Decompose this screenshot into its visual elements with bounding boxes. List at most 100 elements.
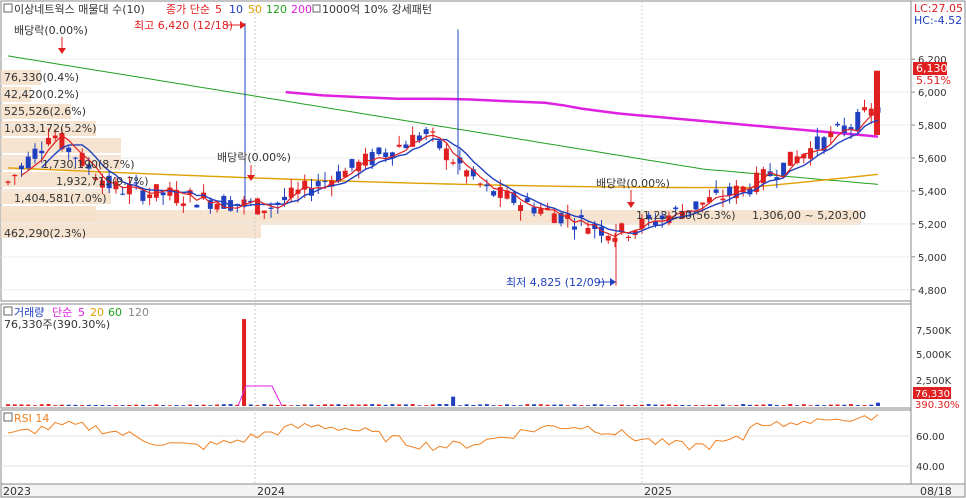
volume-bar — [801, 404, 806, 406]
stock-chart: 이상네트웍스 매물대 수(10) 종가 단순 5 10 50 120 200 1… — [0, 0, 966, 498]
volume-bar — [140, 404, 145, 406]
candle-body — [443, 148, 449, 161]
volume-bar — [248, 404, 253, 406]
volume-bar — [518, 405, 523, 406]
rsi-title: RSI 14 — [14, 412, 49, 425]
vp-label: 1,932,715(9.7%) — [56, 175, 149, 188]
volume-bar — [93, 405, 98, 406]
volume-bar — [188, 404, 193, 406]
candle-body — [538, 208, 544, 214]
volume-bar — [741, 404, 746, 406]
price-tick-label: 5,400 — [918, 187, 947, 198]
volume-bar — [532, 404, 537, 406]
candle-body — [5, 181, 11, 183]
volume-bar — [842, 404, 847, 406]
volume-bar — [32, 405, 37, 406]
volume-bar — [356, 404, 361, 406]
volume-bar — [26, 404, 31, 406]
rsi-tick: 60.00 — [916, 432, 945, 443]
volume-bar — [876, 402, 880, 406]
volume-bar — [208, 405, 213, 406]
candle-body — [700, 202, 706, 205]
volume-tick: 2,500K — [916, 376, 952, 387]
last-change: 5.51% — [916, 74, 951, 87]
candle-body — [282, 196, 288, 201]
volume-bar — [174, 405, 179, 406]
volume-bar — [39, 404, 44, 406]
price-tick-label: 4,800 — [918, 286, 947, 297]
volume-bar — [599, 404, 604, 406]
volume-bar — [147, 405, 152, 406]
vp-range-label: 1,306,00 ~ 5,203,00 — [752, 209, 866, 222]
volume-bar — [538, 404, 543, 406]
volume-bar — [808, 405, 813, 406]
volume-bar — [666, 404, 671, 406]
candle-body — [572, 226, 578, 230]
candle-body — [612, 237, 618, 242]
candle-body — [39, 150, 45, 154]
volume-bar — [46, 404, 51, 406]
candle-body — [25, 156, 31, 169]
candle-body — [862, 107, 868, 111]
volume-bar — [282, 404, 287, 406]
x-label: 2025 — [644, 485, 672, 498]
volume-bar — [201, 404, 206, 406]
volume-bar — [707, 404, 712, 406]
volume-bar — [862, 405, 867, 406]
toggle-box[interactable] — [3, 412, 13, 422]
candle-body — [430, 131, 436, 133]
volume-bar — [687, 405, 692, 406]
candle-body — [491, 191, 497, 196]
volume-bar — [639, 404, 644, 406]
vp-label: 525,526(2.6%) — [4, 105, 86, 118]
candle-body — [362, 153, 368, 166]
volume-badge-pct: 390.30% — [915, 400, 960, 411]
volume-bar — [302, 404, 307, 406]
pattern-box[interactable] — [312, 4, 321, 13]
ma-period-50: 50 — [248, 3, 262, 16]
volume-bar — [329, 404, 334, 406]
volume-bar — [457, 405, 462, 406]
volume-bar — [242, 319, 247, 406]
volume-bar — [788, 404, 793, 406]
volume-bar — [565, 405, 570, 406]
candle-body — [322, 180, 328, 183]
volume-bar — [275, 405, 280, 406]
volume-badge-value: 76,330 — [915, 389, 950, 400]
candle-body — [518, 205, 524, 211]
price-tick-label: 5,000 — [918, 253, 947, 264]
rsi-panel — [0, 409, 912, 485]
volume-bar — [363, 404, 368, 406]
volume-bar — [505, 404, 510, 406]
candle-body — [147, 194, 153, 198]
candle-body — [160, 192, 166, 196]
volume-bar — [484, 404, 489, 406]
volume-bar — [100, 405, 105, 406]
volume-bar — [511, 405, 516, 406]
candle-body — [180, 203, 186, 207]
volume-bar — [693, 405, 698, 406]
volume-bar — [653, 404, 658, 406]
toggle-box[interactable] — [3, 3, 13, 13]
volume-bar — [424, 405, 429, 406]
candle-body — [814, 136, 820, 150]
candle-body — [437, 140, 443, 149]
volume-ma-120: 120 — [128, 306, 149, 319]
dividend-label: 배당락(0.00%) — [217, 151, 291, 164]
vp-label: 462,290(2.3%) — [4, 227, 86, 240]
volume-bar — [720, 404, 725, 406]
ma-period-5: 5 — [215, 3, 222, 16]
dividend-label: 배당락(0.00%) — [14, 24, 88, 37]
toggle-box[interactable] — [3, 306, 13, 316]
vp-label: 11,23,230(56.3%) — [636, 209, 736, 222]
volume-bar — [579, 405, 584, 406]
volume-bar — [167, 405, 172, 406]
volume-bar — [700, 405, 705, 406]
candle-body — [66, 147, 72, 152]
volume-bar — [12, 404, 17, 406]
volume-bar — [673, 404, 678, 406]
candle-body — [12, 174, 18, 177]
volume-bar — [734, 405, 739, 406]
volume-bar — [194, 404, 199, 406]
volume-bar — [822, 405, 827, 406]
